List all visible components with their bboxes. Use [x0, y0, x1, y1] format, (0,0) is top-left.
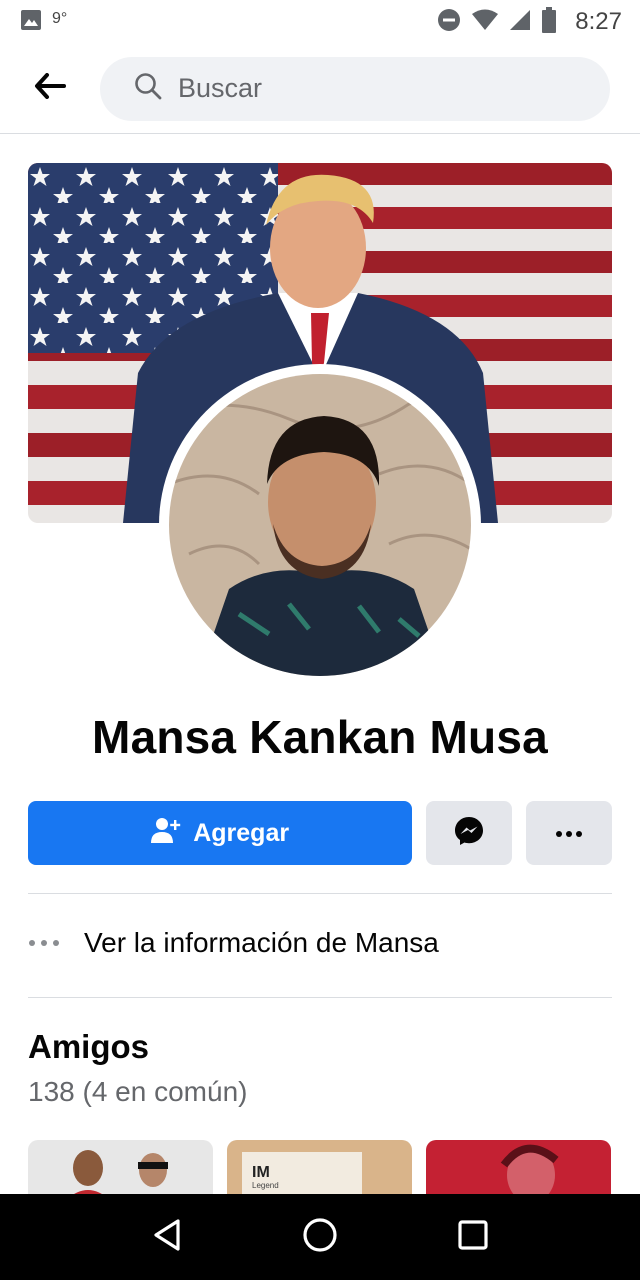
system-nav-bar — [0, 1194, 640, 1280]
recents-square-icon — [457, 1219, 489, 1256]
cell-signal-icon — [509, 8, 531, 37]
friends-count[interactable]: 138 (4 en común) — [28, 1076, 247, 1108]
back-triangle-icon — [152, 1218, 182, 1257]
search-placeholder: Buscar — [178, 73, 263, 103]
profile-name: Mansa Kankan Musa — [92, 711, 548, 763]
avatar[interactable] — [159, 364, 481, 686]
search-header: Buscar — [0, 44, 640, 134]
image-notification-icon — [20, 9, 42, 36]
friend-thumbnail[interactable] — [28, 1140, 213, 1200]
arrow-left-icon — [34, 73, 66, 104]
system-recents-button[interactable] — [443, 1207, 503, 1267]
profile-page: 9° 8:27 Buscar Mansa Kankan Musa Agregar… — [0, 0, 640, 1280]
friends-title: Amigos — [28, 1028, 150, 1065]
status-right: 8:27 — [437, 6, 622, 38]
divider — [28, 893, 612, 894]
svg-text:Legend: Legend — [252, 1181, 279, 1190]
more-options-button[interactable] — [526, 801, 612, 865]
battery-icon — [541, 6, 557, 38]
status-bar: 9° 8:27 — [0, 0, 640, 44]
messenger-icon — [453, 815, 485, 852]
friend-thumbnail[interactable]: IM Legend — [227, 1140, 412, 1200]
add-friend-label: Agregar — [193, 818, 290, 847]
add-friend-icon — [151, 816, 181, 851]
wifi-icon — [471, 8, 499, 37]
friend-thumbnail[interactable] — [426, 1140, 611, 1200]
temperature-text: 9° — [52, 10, 68, 27]
more-horizontal-icon — [28, 934, 60, 952]
profile-picture — [169, 374, 471, 676]
search-icon — [134, 72, 162, 105]
back-button[interactable] — [0, 44, 100, 134]
system-home-button[interactable] — [290, 1207, 350, 1267]
message-button[interactable] — [426, 801, 513, 865]
clock-text: 8:27 — [575, 8, 622, 35]
home-circle-icon — [302, 1217, 338, 1258]
system-back-button[interactable] — [137, 1207, 197, 1267]
profile-actions: Agregar — [28, 801, 612, 865]
see-info-label: Ver la información de Mansa — [84, 927, 439, 958]
divider — [28, 997, 612, 998]
do-not-disturb-icon — [437, 8, 461, 37]
status-left: 9° — [20, 9, 67, 36]
add-friend-button[interactable]: Agregar — [28, 801, 413, 865]
friends-grid: IM Legend — [28, 1140, 612, 1200]
search-input[interactable]: Buscar — [100, 56, 610, 121]
see-info-row[interactable]: Ver la información de Mansa — [28, 912, 612, 974]
more-horizontal-icon — [556, 824, 583, 842]
svg-text:IM: IM — [252, 1164, 270, 1181]
